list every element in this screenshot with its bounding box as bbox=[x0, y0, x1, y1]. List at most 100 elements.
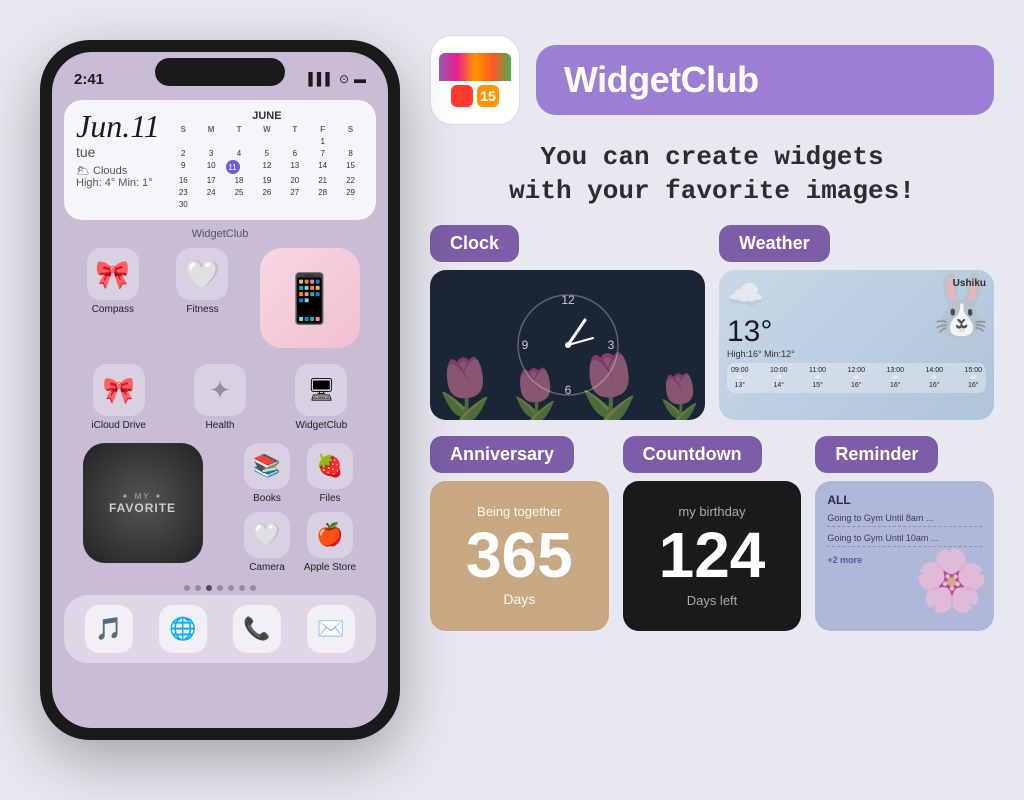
compass-icon: 🎀 bbox=[87, 248, 139, 300]
svg-text:3: 3 bbox=[607, 338, 614, 352]
phone-widget-large[interactable]: 📱 bbox=[260, 248, 360, 348]
phone-screen: 2:41 ▌▌▌ ⊙ ▬ Jun.11 tue 🌥 Clouds High bbox=[52, 52, 388, 728]
icon-squares: 15 bbox=[451, 85, 499, 107]
weather-hour-4: 12:00☁️16° bbox=[847, 367, 865, 389]
fitness-icon: 🤍 bbox=[176, 248, 228, 300]
countdown-badge: Countdown bbox=[623, 436, 762, 473]
widgetclub-app-icon[interactable]: 15 bbox=[430, 35, 520, 125]
weather-hourly: 09:00☁️13° 10:00☁️14° 11:00☁️15° 12:00☁️… bbox=[727, 363, 986, 393]
dot-2[interactable] bbox=[195, 585, 201, 591]
small-app-stack: 📚 Books 🍓 Files bbox=[240, 443, 358, 573]
weather-hour-3: 11:00☁️15° bbox=[809, 367, 826, 389]
weather-hour-1: 09:00☁️13° bbox=[731, 367, 749, 389]
dot-3[interactable] bbox=[206, 585, 212, 591]
dot-6[interactable] bbox=[239, 585, 245, 591]
app-row-1: 🎀 Compass 🤍 Fitness 📱 bbox=[52, 240, 388, 356]
dock: 🎵 🌐 📞 ✉️ bbox=[64, 595, 376, 663]
small-app-row-2: 🤍 Camera 🍎 Apple Store bbox=[240, 512, 358, 573]
widgetclub-label-1: WidgetClub bbox=[52, 228, 388, 240]
cal-month: JUNE bbox=[170, 110, 364, 122]
anniversary-badge: Anniversary bbox=[430, 436, 574, 473]
icon-sq-red bbox=[451, 85, 473, 107]
status-icons: ▌▌▌ ⊙ ▬ bbox=[308, 72, 366, 86]
anniversary-widget[interactable]: Being together 365 Days bbox=[430, 481, 609, 631]
widgetclub-icon: 🖥 bbox=[295, 364, 347, 416]
reminder-item-2: Going to Gym Until 10am ... bbox=[827, 533, 982, 547]
tagline-line1: You can create widgets bbox=[430, 141, 994, 175]
icloud-icon: 🎀 bbox=[93, 364, 145, 416]
reminder-widget[interactable]: 🌸 ALL Going to Gym Until 8am ... Going t… bbox=[815, 481, 994, 631]
files-app[interactable]: 🍓 Files bbox=[303, 443, 358, 504]
svg-text:6: 6 bbox=[564, 383, 571, 397]
fitness-app[interactable]: 🤍 Fitness bbox=[170, 248, 235, 348]
health-app[interactable]: ✦ Health bbox=[187, 364, 252, 431]
dock-music-icon[interactable]: 🎵 bbox=[85, 605, 133, 653]
reminder-flower-icon: 🌸 bbox=[914, 551, 994, 631]
countdown-widget[interactable]: my birthday 124 Days left bbox=[623, 481, 802, 631]
compass-app[interactable]: 🎀 Compass bbox=[80, 248, 145, 348]
widgetclub-app[interactable]: 🖥 WidgetClub bbox=[289, 364, 354, 431]
reminder-item-1: Going to Gym Until 8am ... bbox=[827, 513, 982, 527]
dot-4[interactable] bbox=[217, 585, 223, 591]
svg-text:9: 9 bbox=[521, 338, 528, 352]
camera-icon: 🤍 bbox=[244, 512, 290, 558]
countdown-unit: Days left bbox=[687, 593, 738, 608]
my-favorite-widget[interactable]: ✦ MY ✦ FAVORITE bbox=[83, 443, 203, 563]
dot-5[interactable] bbox=[228, 585, 234, 591]
reminder-section: Reminder 🌸 ALL Going to Gym Until 8am ..… bbox=[815, 436, 994, 631]
weather-range: High:16° Min:12° bbox=[727, 349, 986, 359]
fitness-label: Fitness bbox=[186, 304, 218, 315]
phone-frame: 2:41 ▌▌▌ ⊙ ▬ Jun.11 tue 🌥 Clouds High bbox=[40, 40, 400, 740]
widgetclub-app-label: WidgetClub bbox=[295, 420, 347, 431]
phone-notch bbox=[155, 58, 285, 86]
apple-store-label: Apple Store bbox=[304, 562, 356, 573]
files-icon: 🍓 bbox=[307, 443, 353, 489]
dock-safari-icon[interactable]: 🌐 bbox=[159, 605, 207, 653]
clock-section: Clock 🌷 🌷 🌷 🌷 12 3 bbox=[430, 225, 705, 420]
svg-text:12: 12 bbox=[561, 293, 575, 307]
app-row-2: 🎀 iCloud Drive ✦ Health 🖥 bbox=[52, 356, 388, 439]
books-app[interactable]: 📚 Books bbox=[240, 443, 295, 504]
app-name-text: WidgetClub bbox=[564, 59, 759, 100]
clock-badge: Clock bbox=[430, 225, 519, 262]
camera-app[interactable]: 🤍 Camera bbox=[240, 512, 295, 573]
top-widgets-row: Clock 🌷 🌷 🌷 🌷 12 3 bbox=[430, 225, 994, 420]
cal-weather: 🌥 Clouds High: 4° Min: 1° bbox=[76, 164, 160, 189]
weather-hour-7: 15:00☁️16° bbox=[964, 367, 982, 389]
phone-widget-img: 📱 bbox=[260, 248, 360, 348]
reminder-badge: Reminder bbox=[815, 436, 938, 473]
clock-widget-preview[interactable]: 🌷 🌷 🌷 🌷 12 3 6 9 bbox=[430, 270, 705, 420]
clock-face: 12 3 6 9 bbox=[513, 290, 623, 400]
app-name-badge: WidgetClub bbox=[536, 45, 994, 115]
countdown-sub: my birthday bbox=[678, 504, 745, 519]
fav-star-top: ✦ MY ✦ bbox=[122, 492, 164, 501]
icon-sq-orange: 15 bbox=[477, 85, 499, 107]
small-app-row-1: 📚 Books 🍓 Files bbox=[240, 443, 358, 504]
phone-section: 2:41 ▌▌▌ ⊙ ▬ Jun.11 tue 🌥 Clouds High bbox=[40, 40, 400, 740]
calendar-widget[interactable]: Jun.11 tue 🌥 Clouds High: 4° Min: 1° JUN… bbox=[64, 100, 376, 220]
camera-label: Camera bbox=[249, 562, 285, 573]
apple-store-app[interactable]: 🍎 Apple Store bbox=[303, 512, 358, 573]
weather-hour-2: 10:00☁️14° bbox=[770, 367, 788, 389]
battery-icon: ▬ bbox=[354, 72, 366, 86]
countdown-section: Countdown my birthday 124 Days left bbox=[623, 436, 802, 631]
files-label: Files bbox=[319, 493, 340, 504]
weather-city: Ushiku bbox=[953, 278, 986, 289]
countdown-num: 124 bbox=[659, 523, 766, 587]
weather-hour-5: 13:00☁️16° bbox=[886, 367, 904, 389]
cal-day: tue bbox=[76, 144, 160, 160]
dock-phone-icon[interactable]: 📞 bbox=[233, 605, 281, 653]
dot-7[interactable] bbox=[250, 585, 256, 591]
dock-mail-icon[interactable]: ✉️ bbox=[307, 605, 355, 653]
icloud-app[interactable]: 🎀 iCloud Drive bbox=[86, 364, 151, 431]
icloud-label: iCloud Drive bbox=[91, 420, 145, 431]
anniversary-num: 365 bbox=[466, 523, 573, 587]
health-icon: ✦ bbox=[194, 364, 246, 416]
weather-widget-preview[interactable]: 🐰 ☁️ Ushiku 13° High:16° Min:12° bbox=[719, 270, 994, 420]
large-widget-row: ✦ MY ✦ FAVORITE 📚 Books bbox=[52, 439, 388, 577]
info-section: 15 WidgetClub You can create widgets wit… bbox=[430, 30, 994, 631]
dot-1[interactable] bbox=[184, 585, 190, 591]
cal-left: Jun.11 tue 🌥 Clouds High: 4° Min: 1° bbox=[76, 110, 160, 189]
tagline: You can create widgets with your favorit… bbox=[430, 141, 994, 209]
wifi-icon: ⊙ bbox=[339, 72, 349, 86]
